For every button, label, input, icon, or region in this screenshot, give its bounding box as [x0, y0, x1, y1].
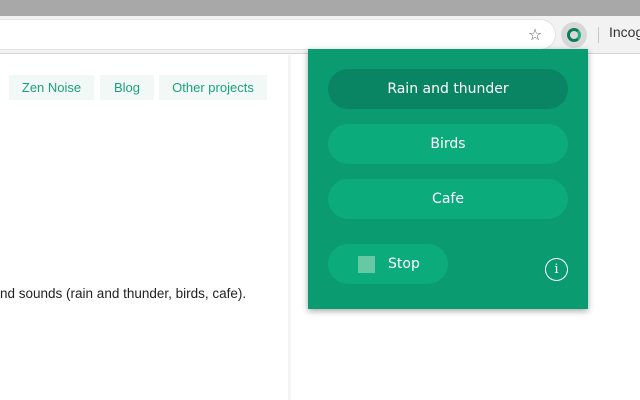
sound-button-cafe[interactable]: Cafe [328, 179, 568, 219]
nav-link-blog[interactable]: Blog [100, 75, 154, 100]
zen-noise-extension-button[interactable] [561, 22, 587, 48]
stop-button-label: Stop [388, 256, 420, 272]
info-icon[interactable]: i [545, 258, 568, 281]
stop-button[interactable]: Stop [328, 244, 448, 284]
address-bar[interactable] [0, 19, 556, 50]
sound-button-rain-and-thunder[interactable]: Rain and thunder [328, 69, 568, 109]
stop-icon [358, 255, 375, 273]
browser-title-strip [0, 0, 640, 16]
nav-link-other-projects[interactable]: Other projects [159, 75, 267, 100]
toolbar-separator [598, 27, 599, 43]
nav-link-zen-noise[interactable]: Zen Noise [9, 75, 94, 100]
page-column-divider [288, 55, 291, 400]
extension-popup: Rain and thunder Birds Cafe Stop i [308, 49, 588, 309]
star-icon[interactable]: ☆ [525, 24, 545, 44]
profile-label[interactable]: Incognito [609, 24, 640, 40]
page-body-text: nd sounds (rain and thunder, birds, cafe… [0, 286, 247, 301]
zen-noise-extension-icon [567, 28, 581, 42]
sound-button-birds[interactable]: Birds [328, 124, 568, 164]
